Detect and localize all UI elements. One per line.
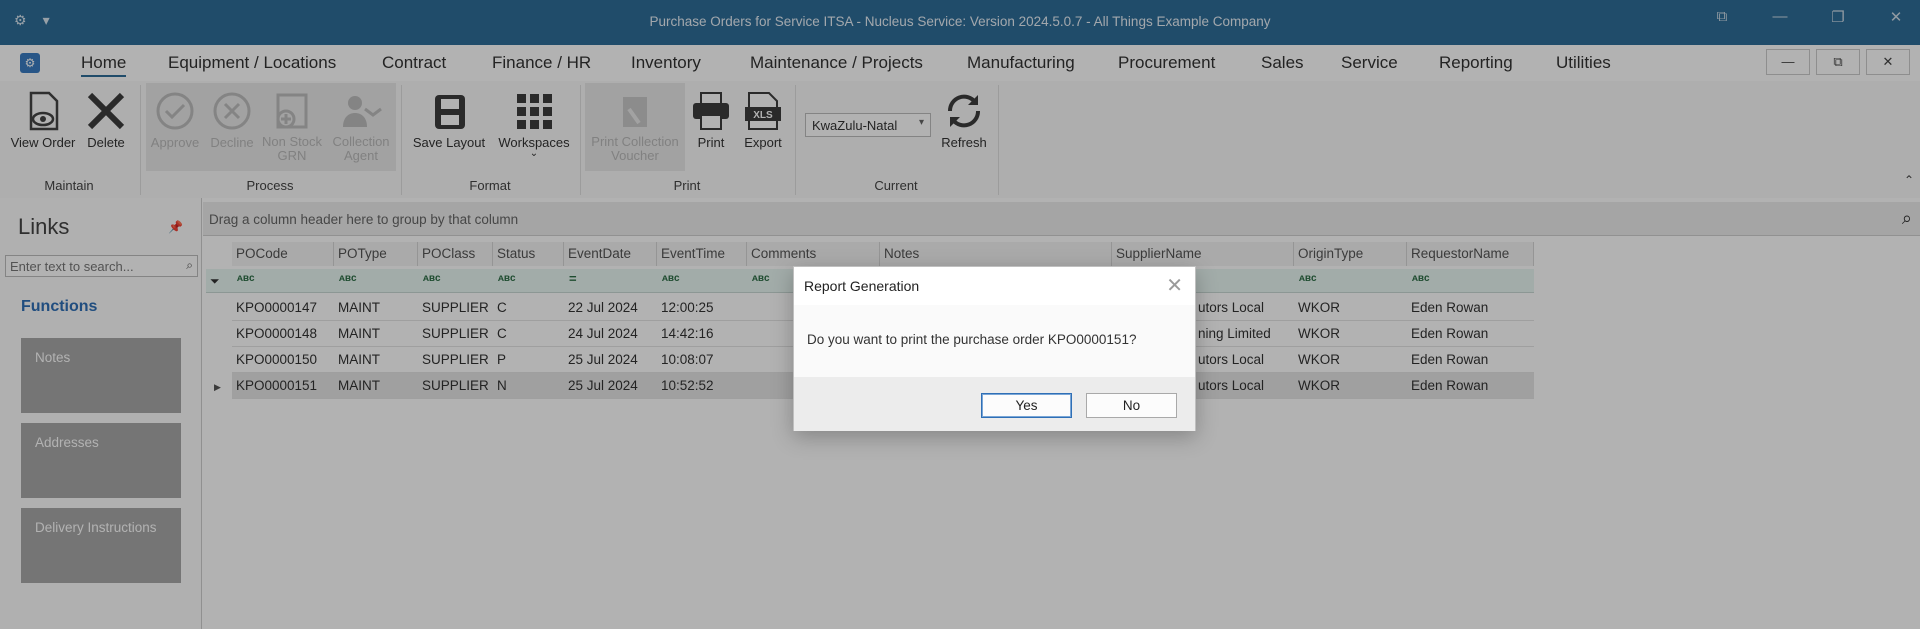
no-button[interactable]: No [1086, 393, 1177, 418]
dialog-title: Report Generation [804, 278, 920, 294]
dialog-body: Do you want to print the purchase order … [794, 305, 1195, 377]
dialog-header: Report Generation ✕ [794, 267, 1195, 305]
yes-button[interactable]: Yes [981, 393, 1072, 418]
close-icon[interactable]: ✕ [1166, 273, 1183, 298]
dialog-message: Do you want to print the purchase order … [807, 332, 1137, 347]
report-generation-dialog: Report Generation ✕ Do you want to print… [793, 266, 1196, 431]
